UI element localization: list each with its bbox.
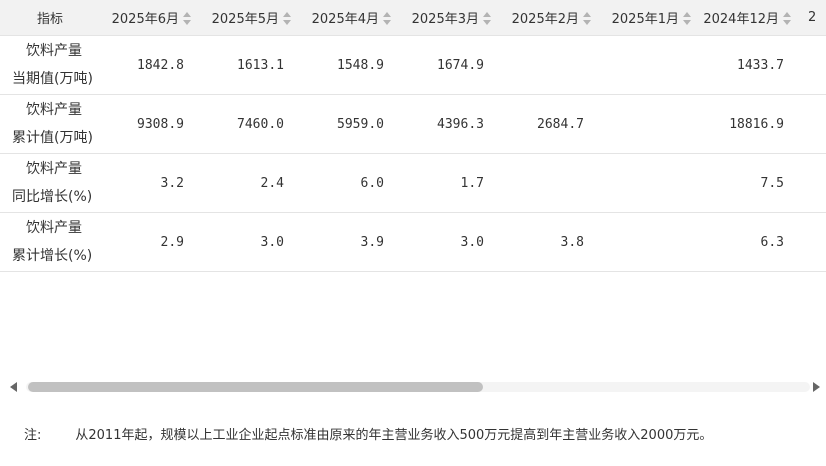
table-cell — [600, 35, 700, 95]
header-label: 2025年6月 — [111, 12, 179, 27]
header-col-0[interactable]: 2025年6月 — [100, 0, 200, 36]
table-cell — [800, 212, 826, 272]
header-label: 2025年2月 — [511, 12, 579, 27]
row-name-line1: 饮料产量 — [26, 43, 82, 59]
table-cell: 4396.3 — [400, 94, 500, 154]
header-label: 2025年5月 — [211, 12, 279, 27]
header-col-1[interactable]: 2025年5月 — [200, 0, 300, 36]
row-name: 饮料产量同比增长(%) — [0, 153, 100, 213]
header-label: 2024年12月 — [703, 12, 779, 27]
table-cell — [600, 212, 700, 272]
header-label: 2025年1月 — [611, 12, 679, 27]
row-name: 饮料产量累计值(万吨) — [0, 94, 100, 154]
data-table-container: 指标 2025年6月 2025年5月 2025年4月 2025年3月 2025年… — [0, 0, 826, 375]
table-row: 饮料产量同比增长(%) 3.2 2.4 6.0 1.7 7.5 — [0, 153, 826, 213]
table-cell: 3.9 — [300, 212, 400, 272]
header-col-7[interactable]: 2 — [800, 0, 826, 36]
table-cell: 2684.7 — [500, 94, 600, 154]
table-cell: 6.3 — [700, 212, 800, 272]
table-cell: 5959.0 — [300, 94, 400, 154]
table-cell — [800, 153, 826, 213]
table-cell: 2.4 — [200, 153, 300, 213]
data-table: 指标 2025年6月 2025年5月 2025年4月 2025年3月 2025年… — [0, 0, 826, 272]
table-cell: 1.7 — [400, 153, 500, 213]
header-col-2[interactable]: 2025年4月 — [300, 0, 400, 36]
row-name: 饮料产量当期值(万吨) — [0, 35, 100, 95]
table-cell: 18816.9 — [700, 94, 800, 154]
table-cell — [600, 153, 700, 213]
table-header-row: 指标 2025年6月 2025年5月 2025年4月 2025年3月 2025年… — [0, 0, 826, 36]
header-col-4[interactable]: 2025年2月 — [500, 0, 600, 36]
footnote-label: 注: — [24, 428, 42, 443]
header-indicator-label: 指标 — [36, 12, 63, 27]
footnote: 注: 从2011年起，规模以上工业企业起点标准由原来的年主营业务收入500万元提高… — [24, 424, 712, 443]
sort-icon[interactable] — [383, 12, 392, 25]
table-cell: 1433.7 — [700, 35, 800, 95]
scroll-right-arrow-icon[interactable] — [813, 382, 820, 392]
table-cell: 3.0 — [400, 212, 500, 272]
sort-icon[interactable] — [783, 12, 792, 25]
header-indicator: 指标 — [0, 0, 100, 36]
row-name-line1: 饮料产量 — [26, 102, 82, 118]
row-name: 饮料产量累计增长(%) — [0, 212, 100, 272]
table-cell — [800, 35, 826, 95]
header-col-6[interactable]: 2024年12月 — [700, 0, 800, 36]
row-name-line1: 饮料产量 — [26, 161, 82, 177]
table-cell: 7460.0 — [200, 94, 300, 154]
table-cell: 1613.1 — [200, 35, 300, 95]
table-row: 饮料产量 当期值(万吨) 1842.8 1613.1 1548.9 1674.9 … — [0, 35, 826, 95]
sort-icon[interactable] — [183, 12, 192, 25]
sort-icon[interactable] — [683, 12, 692, 25]
header-col-3[interactable]: 2025年3月 — [400, 0, 500, 36]
row-name-line2: 同比增长(%) — [12, 189, 93, 205]
header-col-5[interactable]: 2025年1月 — [600, 0, 700, 36]
table-row: 饮料产量 累计值(万吨) 9308.9 7460.0 5959.0 4396.3 … — [0, 94, 826, 154]
table-cell: 1548.9 — [300, 35, 400, 95]
sort-icon[interactable] — [583, 12, 592, 25]
row-name-line2: 累计增长(%) — [12, 248, 93, 264]
table-cell — [500, 35, 600, 95]
table-cell: 3.2 — [100, 153, 200, 213]
table-cell: 3.8 — [500, 212, 600, 272]
table-cell: 2.9 — [100, 212, 200, 272]
header-label: 2025年4月 — [311, 12, 379, 27]
row-name-line2: 累计值(万吨) — [12, 130, 93, 146]
header-label: 2025年3月 — [411, 12, 479, 27]
sort-icon[interactable] — [283, 12, 292, 25]
scrollbar-track[interactable] — [26, 382, 810, 392]
table-cell: 3.0 — [200, 212, 300, 272]
header-label: 2 — [808, 10, 817, 25]
table-cell — [500, 153, 600, 213]
table-cell: 1842.8 — [100, 35, 200, 95]
row-name-line1: 饮料产量 — [26, 220, 82, 236]
sort-icon[interactable] — [483, 12, 492, 25]
table-cell: 9308.9 — [100, 94, 200, 154]
horizontal-scrollbar[interactable] — [0, 378, 826, 396]
table-cell: 7.5 — [700, 153, 800, 213]
table-cell: 1674.9 — [400, 35, 500, 95]
table-cell — [800, 94, 826, 154]
table-row: 饮料产量累计增长(%) 2.9 3.0 3.9 3.0 3.8 6.3 — [0, 212, 826, 272]
row-name-line2: 当期值(万吨) — [12, 71, 93, 87]
scroll-left-arrow-icon[interactable] — [10, 382, 17, 392]
footnote-text: 从2011年起，规模以上工业企业起点标准由原来的年主营业务收入500万元提高到年… — [75, 428, 713, 443]
table-cell: 6.0 — [300, 153, 400, 213]
table-cell — [600, 94, 700, 154]
scrollbar-thumb[interactable] — [28, 382, 483, 392]
